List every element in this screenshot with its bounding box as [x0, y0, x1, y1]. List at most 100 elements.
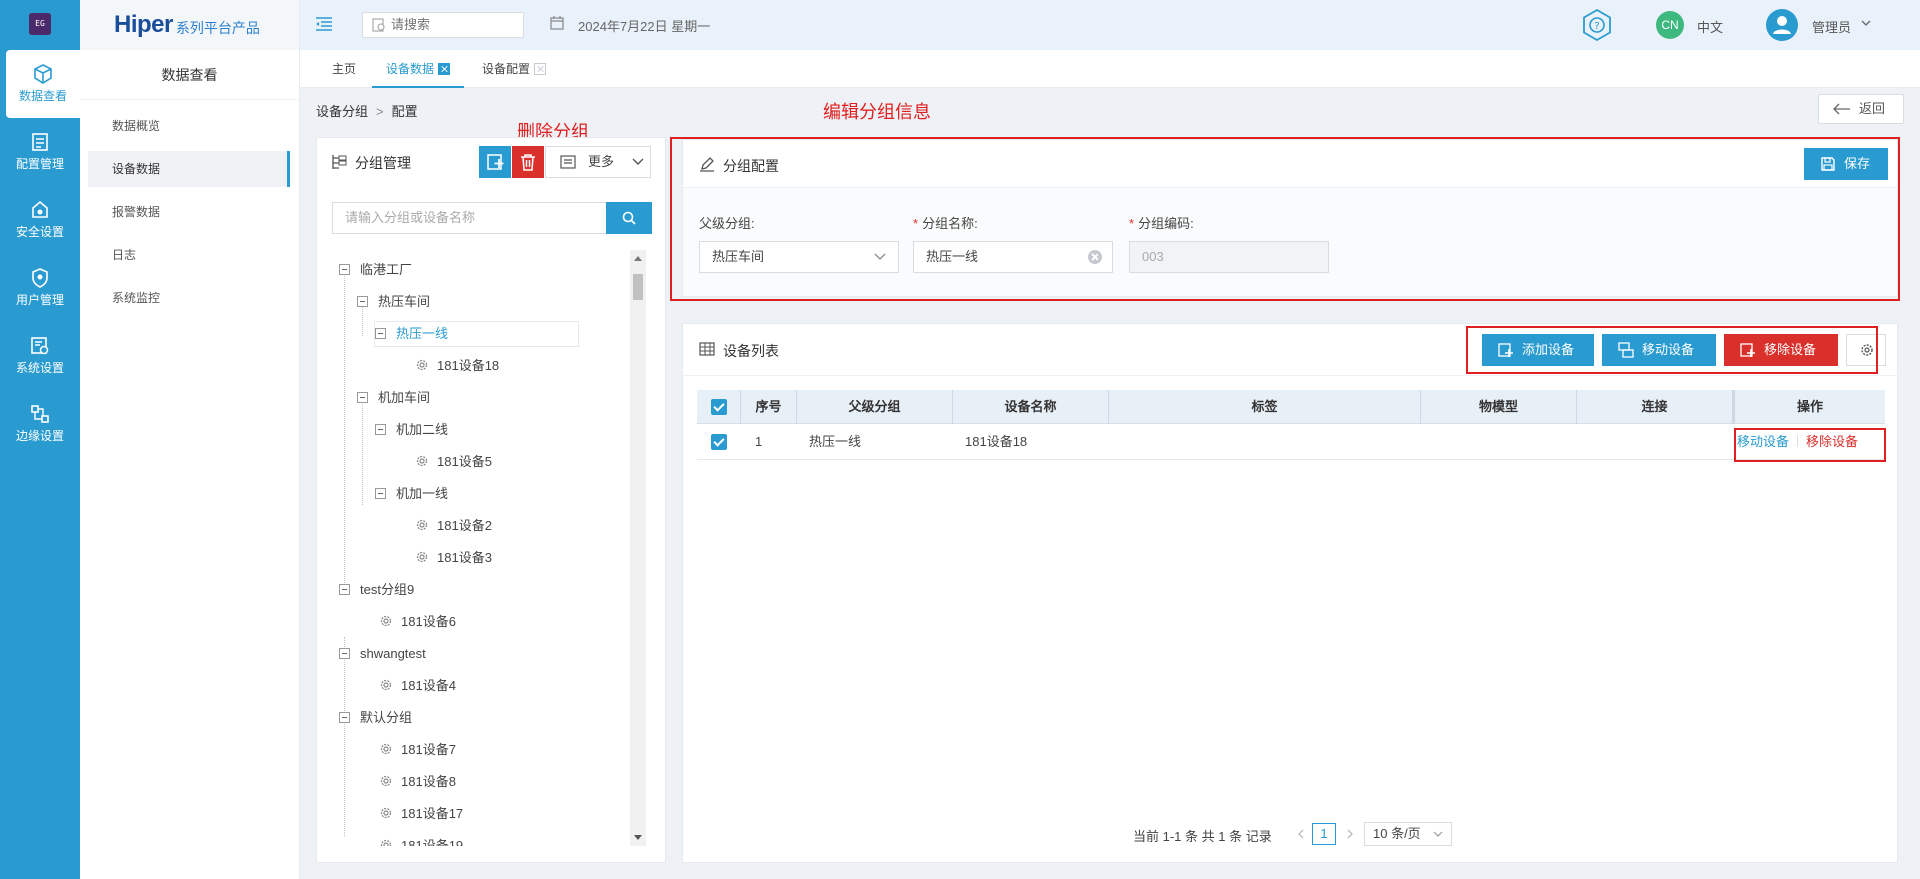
- tab-home[interactable]: 主页: [318, 50, 370, 88]
- tree-node-device[interactable]: 181设备7: [379, 738, 456, 762]
- user-name[interactable]: 管理员: [1812, 17, 1851, 36]
- collapse-icon[interactable]: [339, 584, 350, 595]
- rail-item-config[interactable]: 配置管理: [0, 118, 80, 186]
- tree-guide-line: [344, 270, 345, 595]
- save-button[interactable]: 保存: [1804, 148, 1888, 180]
- tree-node[interactable]: 机加二线: [375, 418, 448, 442]
- close-icon[interactable]: [534, 63, 547, 75]
- tree-node-device[interactable]: 181设备2: [415, 514, 492, 538]
- tree-node[interactable]: shwangtest: [339, 642, 426, 666]
- group-search-input[interactable]: 请输入分组或设备名称: [332, 202, 607, 234]
- tree-node[interactable]: 机加车间: [357, 386, 430, 410]
- tree-node-device[interactable]: 181设备17: [379, 802, 463, 826]
- row-checkbox[interactable]: [711, 434, 727, 450]
- column-header[interactable]: 序号: [741, 390, 797, 424]
- global-search[interactable]: [362, 12, 524, 38]
- rail-item-edge[interactable]: 边缘设置: [0, 390, 80, 458]
- menu-toggle-icon[interactable]: [316, 17, 332, 31]
- submenu-item-log[interactable]: 日志: [88, 237, 290, 273]
- column-header[interactable]: 设备名称: [953, 390, 1109, 424]
- collapse-icon[interactable]: [339, 712, 350, 723]
- rail-item-system[interactable]: 系统设置: [0, 322, 80, 390]
- tree-node-device[interactable]: 181设备18: [415, 354, 499, 378]
- table-row[interactable]: 1 热压一线 181设备18 移动设备 移除设备: [697, 424, 1885, 460]
- tree-node[interactable]: 热压车间: [357, 290, 430, 314]
- clear-icon[interactable]: [1088, 250, 1102, 264]
- tree-node-label: 181设备2: [437, 518, 492, 533]
- page-size-value: 10 条/页: [1373, 826, 1421, 841]
- tree-node-device[interactable]: 181设备4: [379, 674, 456, 698]
- collapse-icon[interactable]: [375, 424, 386, 435]
- group-search-button[interactable]: [606, 202, 652, 234]
- page-size-select[interactable]: 10 条/页: [1364, 822, 1452, 846]
- language-label[interactable]: 中文: [1697, 17, 1723, 36]
- rail-item-security[interactable]: 安全设置: [0, 186, 80, 254]
- edge-icon: [31, 405, 49, 423]
- app-logo[interactable]: EG: [29, 13, 51, 35]
- scroll-up-icon[interactable]: [634, 256, 642, 261]
- submenu-item-overview[interactable]: 数据概览: [88, 108, 290, 144]
- collapse-icon[interactable]: [339, 648, 350, 659]
- table-settings-button[interactable]: [1846, 334, 1886, 366]
- brand-logo: Hiper 系列平台产品: [80, 0, 299, 50]
- collapse-icon[interactable]: [357, 392, 368, 403]
- tree-node[interactable]: 机加一线: [375, 482, 448, 506]
- device-list-title: 设备列表: [723, 343, 779, 359]
- tree-scrollbar[interactable]: [630, 250, 646, 846]
- tab-device-config[interactable]: 设备配置: [468, 50, 560, 88]
- return-button[interactable]: 返回: [1818, 94, 1904, 124]
- breadcrumb-parent[interactable]: 设备分组: [316, 104, 368, 119]
- collapse-icon[interactable]: [357, 296, 368, 307]
- column-header[interactable]: 标签: [1109, 390, 1421, 424]
- column-header[interactable]: 父级分组: [797, 390, 953, 424]
- group-name-label: * 分组名称:: [913, 213, 978, 232]
- tree-node[interactable]: 默认分组: [339, 706, 412, 730]
- tree-node-device[interactable]: 181设备8: [379, 770, 456, 794]
- add-group-button[interactable]: [479, 146, 511, 178]
- delete-group-button[interactable]: [512, 146, 544, 178]
- tree-node-device[interactable]: 181设备19: [379, 834, 463, 846]
- row-remove-device-link[interactable]: 移除设备: [1806, 434, 1858, 449]
- avatar[interactable]: [1766, 9, 1798, 41]
- collapse-icon[interactable]: [375, 328, 386, 339]
- column-header[interactable]: 物模型: [1421, 390, 1577, 424]
- tree-node-device[interactable]: 181设备3: [415, 546, 492, 570]
- rail-item-users[interactable]: 用户管理: [0, 254, 80, 322]
- column-header[interactable]: 连接: [1577, 390, 1733, 424]
- select-all-checkbox[interactable]: [711, 399, 727, 415]
- tree-node-device[interactable]: 181设备5: [415, 450, 492, 474]
- global-search-input[interactable]: [391, 17, 511, 32]
- chevron-down-icon[interactable]: [1861, 19, 1871, 27]
- tab-device-data[interactable]: 设备数据: [372, 50, 465, 88]
- parent-group-select[interactable]: 热压车间: [699, 241, 899, 273]
- close-icon[interactable]: [438, 63, 451, 75]
- page-number[interactable]: 1: [1312, 823, 1336, 845]
- move-device-button[interactable]: 移动设备: [1602, 334, 1716, 366]
- scroll-thumb[interactable]: [633, 274, 643, 300]
- submenu-item-system-monitor[interactable]: 系统监控: [88, 280, 290, 316]
- tree-node-device[interactable]: 181设备6: [379, 610, 456, 634]
- collapse-icon[interactable]: [375, 488, 386, 499]
- collapse-icon[interactable]: [339, 264, 350, 275]
- submenu-item-alarm-data[interactable]: 报警数据: [88, 194, 290, 230]
- group-name-input[interactable]: 热压一线: [913, 241, 1113, 273]
- tree-node[interactable]: 临港工厂: [339, 258, 412, 282]
- gear-icon: [380, 807, 392, 819]
- search-icon: [622, 211, 636, 225]
- remove-device-button[interactable]: 移除设备: [1724, 334, 1838, 366]
- chevron-right-icon[interactable]: [1346, 829, 1354, 839]
- rail-label: 边缘设置: [15, 429, 64, 443]
- row-move-device-link[interactable]: 移动设备: [1737, 434, 1789, 449]
- help-icon[interactable]: ?: [1580, 8, 1614, 42]
- tree-node[interactable]: test分组9: [339, 578, 414, 602]
- group-config-header: 分组配置 保存: [683, 140, 1897, 188]
- more-dropdown[interactable]: 更多: [545, 146, 651, 178]
- tree-node-selected[interactable]: 热压一线: [375, 322, 579, 346]
- remove-device-label: 移除设备: [1764, 342, 1817, 357]
- scroll-down-icon[interactable]: [634, 835, 642, 840]
- language-badge[interactable]: CN: [1656, 11, 1684, 39]
- submenu-item-device-data[interactable]: 设备数据: [88, 151, 290, 187]
- rail-item-data-view[interactable]: 数据查看: [6, 50, 80, 118]
- chevron-left-icon[interactable]: [1297, 829, 1305, 839]
- add-device-button[interactable]: 添加设备: [1482, 334, 1594, 366]
